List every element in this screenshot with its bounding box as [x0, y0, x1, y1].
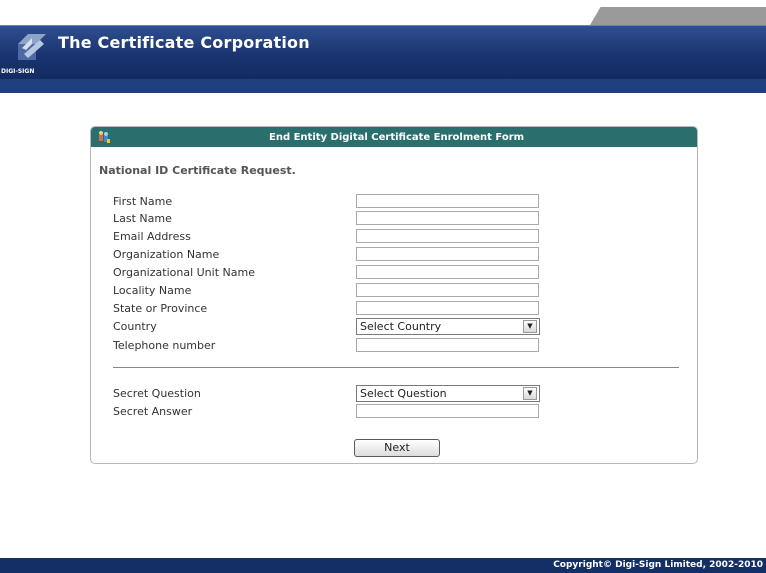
country-selected-value: Select Country — [360, 320, 442, 333]
first-name-input[interactable] — [356, 194, 539, 208]
row-telephone: Telephone number — [91, 337, 697, 353]
next-button[interactable]: Next — [354, 439, 440, 457]
field-label: Telephone number — [113, 339, 216, 352]
row-state: State or Province — [91, 300, 697, 316]
telephone-input[interactable] — [356, 338, 539, 352]
form-subtitle: National ID Certificate Request. — [99, 164, 296, 177]
row-secret-question: Secret Question Select Question ▼ — [91, 385, 697, 402]
country-select[interactable]: Select Country ▼ — [356, 318, 540, 335]
row-first-name: First Name — [91, 193, 697, 209]
header-subbar — [0, 79, 766, 93]
row-email: Email Address — [91, 228, 697, 244]
organization-input[interactable] — [356, 247, 539, 261]
row-organization: Organization Name — [91, 246, 697, 262]
state-input[interactable] — [356, 301, 539, 315]
chevron-down-icon[interactable]: ▼ — [523, 387, 537, 400]
row-last-name: Last Name — [91, 210, 697, 226]
last-name-input[interactable] — [356, 211, 539, 225]
field-label: Organizational Unit Name — [113, 266, 255, 279]
row-country: Country Select Country ▼ — [91, 318, 697, 335]
digisign-logo-icon — [18, 34, 46, 60]
form-title: End Entity Digital Certificate Enrolment… — [269, 132, 525, 143]
locality-input[interactable] — [356, 283, 539, 297]
site-header: The Certificate Corporation DIGI-SIGN — [0, 25, 766, 79]
site-footer: Copyright© Digi-Sign Limited, 2002-2010 — [0, 558, 766, 573]
form-header: End Entity Digital Certificate Enrolment… — [91, 127, 697, 147]
field-label: State or Province — [113, 302, 208, 315]
org-unit-input[interactable] — [356, 265, 539, 279]
row-locality: Locality Name — [91, 282, 697, 298]
field-label: Organization Name — [113, 248, 220, 261]
email-input[interactable] — [356, 229, 539, 243]
row-secret-answer: Secret Answer — [91, 403, 697, 419]
secret-question-select[interactable]: Select Question ▼ — [356, 385, 540, 402]
field-label: First Name — [113, 195, 173, 208]
top-browser-tab — [590, 7, 766, 25]
form-divider — [113, 367, 679, 368]
secret-answer-input[interactable] — [356, 404, 539, 418]
enrolment-form: End Entity Digital Certificate Enrolment… — [90, 126, 698, 464]
field-label: Secret Answer — [113, 405, 193, 418]
logo-caption: DIGI-SIGN — [1, 68, 35, 75]
copyright-text: Copyright© Digi-Sign Limited, 2002-2010 — [553, 560, 763, 570]
users-key-icon — [99, 131, 110, 143]
field-label: Secret Question — [113, 387, 201, 400]
chevron-down-icon[interactable]: ▼ — [523, 320, 537, 333]
field-label: Last Name — [113, 212, 172, 225]
brand-name: The Certificate Corporation — [58, 33, 310, 52]
field-label: Email Address — [113, 230, 191, 243]
question-selected-value: Select Question — [360, 387, 447, 400]
field-label: Locality Name — [113, 284, 192, 297]
row-org-unit: Organizational Unit Name — [91, 264, 697, 280]
field-label: Country — [113, 320, 157, 333]
